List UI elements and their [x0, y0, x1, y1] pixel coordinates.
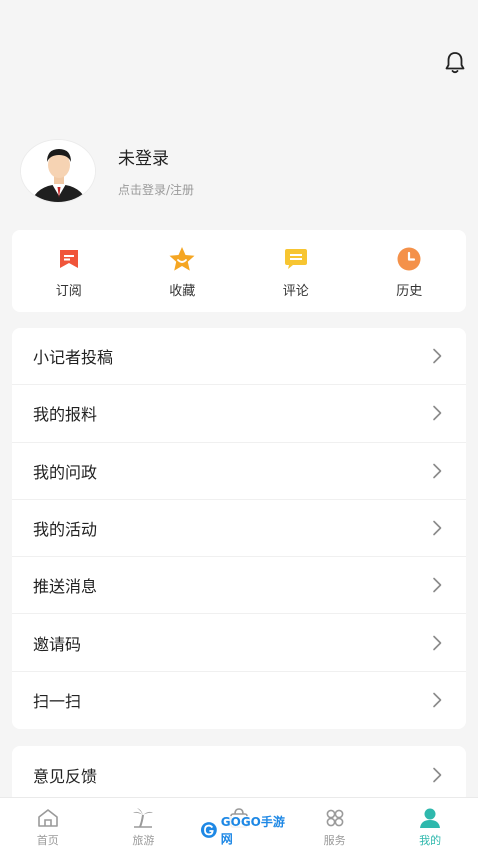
chevron-right-icon [430, 691, 444, 709]
quick-action-comment[interactable]: 评论 [239, 230, 353, 312]
menu-item-feedback[interactable]: 意见反馈 [12, 746, 466, 803]
quick-action-label: 订阅 [55, 284, 82, 299]
tab-travel[interactable]: 旅游 [96, 798, 192, 850]
menu-item-label: 我的活动 [33, 520, 98, 540]
home-icon [36, 807, 60, 829]
profile-name[interactable]: 未登录 [118, 144, 194, 169]
chevron-right-icon [430, 404, 444, 422]
menu-item-push-messages[interactable]: 推送消息 [12, 557, 466, 615]
user-icon [418, 807, 442, 829]
travel-palm-icon [131, 807, 155, 829]
tab-label: 我的 [419, 834, 442, 847]
menu-item-label: 我的报料 [33, 405, 98, 425]
menu-item-label: 推送消息 [33, 577, 98, 597]
quick-action-label: 收藏 [169, 284, 196, 299]
tab-label: 旅游 [132, 834, 155, 847]
favorite-star-icon [168, 246, 196, 272]
tab-label: 首页 [36, 834, 59, 847]
quick-action-label: 历史 [396, 284, 423, 299]
chevron-right-icon [430, 519, 444, 537]
tab-home[interactable]: 首页 [0, 798, 96, 850]
menu-item-my-reports[interactable]: 我的报料 [12, 385, 466, 443]
tab-service[interactable]: 服务 [287, 798, 383, 850]
login-register-link[interactable]: 点击登录/注册 [118, 181, 194, 198]
chevron-right-icon [430, 347, 444, 365]
chevron-right-icon [430, 462, 444, 480]
menu-item-my-inquiries[interactable]: 我的问政 [12, 443, 466, 500]
chevron-right-icon [430, 766, 444, 784]
feedback-card: 意见反馈 [12, 746, 466, 804]
subscribe-icon [55, 246, 83, 272]
menu-item-label: 小记者投稿 [33, 348, 114, 368]
quick-action-label: 评论 [282, 284, 309, 299]
quick-action-subscribe[interactable]: 订阅 [12, 230, 126, 312]
chevron-right-icon [430, 576, 444, 594]
watermark-text: GOGO手游网 [220, 815, 285, 846]
menu-item-label: 意见反馈 [33, 766, 98, 786]
menu-item-label: 我的问政 [33, 462, 98, 482]
profile-header[interactable]: 未登录 点击登录/注册 [20, 138, 440, 204]
watermark-logo: GOGO手游网 [200, 815, 296, 846]
service-grid-icon [323, 807, 347, 829]
comment-icon [282, 246, 310, 272]
quick-actions-card: 订阅 收藏 评论 历史 [12, 230, 466, 312]
menu-item-scan[interactable]: 扫一扫 [12, 672, 466, 729]
menu-item-label: 扫一扫 [33, 692, 82, 712]
menu-item-label: 邀请码 [33, 634, 82, 654]
history-clock-icon [395, 246, 423, 272]
tab-mine[interactable]: 我的 [382, 798, 478, 850]
menu-item-reporter-submission[interactable]: 小记者投稿 [12, 328, 466, 386]
notification-bell-icon[interactable] [442, 50, 468, 76]
chevron-right-icon [430, 634, 444, 652]
menu-item-my-activities[interactable]: 我的活动 [12, 500, 466, 558]
avatar[interactable] [20, 139, 96, 203]
tab-label: 服务 [323, 834, 346, 847]
quick-action-favorite[interactable]: 收藏 [126, 230, 240, 312]
menu-item-invite-code[interactable]: 邀请码 [12, 614, 466, 672]
menu-list: 小记者投稿 我的报料 我的问政 我的活动 推送消息 邀请码 扫一扫 [12, 328, 466, 730]
quick-action-history[interactable]: 历史 [353, 230, 467, 312]
